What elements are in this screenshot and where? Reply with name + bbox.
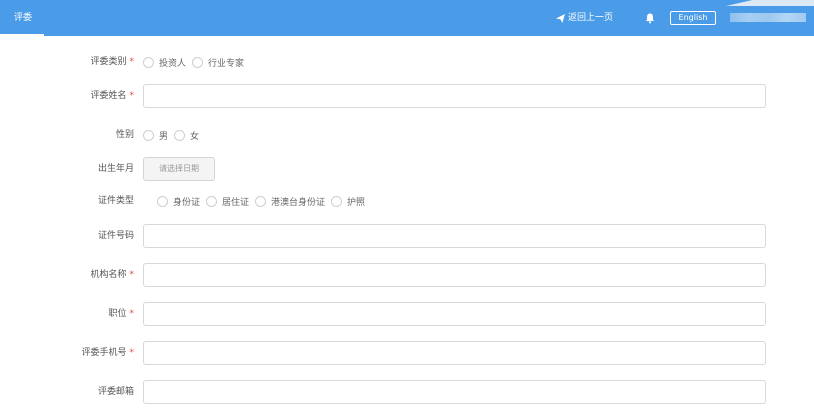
- radio-circle[interactable]: [143, 56, 154, 68]
- top-bar: 评委 返回上一页 English: [0, 0, 814, 36]
- id-type-label: 证件类型: [97, 196, 134, 206]
- judge-name-label-wrap: 评委姓名 *: [0, 84, 134, 108]
- birth-label: 出生年月: [97, 164, 134, 174]
- id-type-label-wrap: 证件类型: [0, 189, 134, 213]
- judge-name-input[interactable]: [143, 84, 766, 108]
- judge-type-radio-group: 投资人 行业专家: [143, 50, 250, 74]
- email-row: 评委邮箱: [0, 380, 814, 404]
- phone-row: 评委手机号 *: [0, 341, 814, 365]
- required-mark: *: [129, 348, 135, 358]
- judge-name-label: 评委姓名: [90, 91, 127, 101]
- radio-label: 港澳台身份证: [271, 197, 326, 208]
- judge-name-row: 评委姓名 *: [0, 84, 814, 108]
- radio-investor[interactable]: 投资人: [143, 56, 186, 69]
- id-number-row: 证件号码: [0, 224, 814, 248]
- phone-label: 评委手机号: [81, 348, 127, 358]
- phone-label-wrap: 评委手机号 *: [0, 341, 134, 365]
- date-picker-button[interactable]: 请选择日期: [143, 157, 215, 181]
- radio-circle[interactable]: [255, 195, 267, 207]
- header-corner-decoration: [726, 0, 814, 6]
- radio-circle[interactable]: [143, 129, 154, 141]
- required-mark: *: [129, 270, 135, 280]
- required-mark: *: [129, 309, 135, 319]
- radio-circle[interactable]: [157, 195, 168, 207]
- language-button[interactable]: English: [670, 11, 716, 25]
- judge-type-row: 评委类别 * 投资人 行业专家: [0, 50, 814, 74]
- org-name-row: 机构名称 *: [0, 263, 814, 287]
- radio-label: 身份证: [173, 197, 201, 208]
- radio-female[interactable]: 女: [174, 129, 199, 142]
- back-link[interactable]: 返回上一页: [556, 0, 613, 36]
- user-info[interactable]: [730, 13, 806, 22]
- email-label: 评委邮箱: [97, 387, 134, 397]
- radio-label: 行业专家: [208, 58, 245, 69]
- required-mark: *: [129, 57, 135, 67]
- radio-label: 男: [159, 131, 169, 142]
- position-label: 职位: [108, 309, 127, 319]
- radio-residence-permit[interactable]: 居住证: [206, 195, 249, 208]
- id-number-label-wrap: 证件号码: [0, 224, 134, 248]
- gender-radio-group: 男 女: [143, 123, 205, 147]
- gender-label-wrap: 性别: [0, 123, 134, 147]
- radio-circle[interactable]: [192, 56, 204, 68]
- back-label: 返回上一页: [568, 13, 614, 23]
- id-number-label: 证件号码: [97, 231, 134, 241]
- radio-passport[interactable]: 护照: [331, 195, 365, 208]
- radio-circle[interactable]: [206, 195, 218, 207]
- birth-row: 出生年月 请选择日期: [0, 157, 814, 181]
- send-icon: [556, 13, 565, 23]
- email-input[interactable]: [143, 380, 766, 404]
- required-mark: *: [129, 91, 135, 101]
- radio-label: 投资人: [159, 58, 187, 69]
- position-row: 职位 *: [0, 302, 814, 326]
- radio-label: 护照: [347, 197, 366, 208]
- radio-circle[interactable]: [331, 195, 343, 207]
- tab-active-indicator: [0, 34, 44, 36]
- org-name-input[interactable]: [143, 263, 766, 287]
- org-name-label: 机构名称: [90, 270, 127, 280]
- tab-judges[interactable]: 评委: [0, 0, 46, 36]
- email-label-wrap: 评委邮箱: [0, 380, 134, 404]
- org-name-label-wrap: 机构名称 *: [0, 263, 134, 287]
- position-label-wrap: 职位 *: [0, 302, 134, 326]
- phone-input[interactable]: [143, 341, 766, 365]
- radio-industry-expert[interactable]: 行业专家: [192, 56, 244, 69]
- radio-id-card[interactable]: 身份证: [157, 195, 200, 208]
- judge-type-label-wrap: 评委类别 *: [0, 50, 134, 74]
- id-number-input[interactable]: [143, 224, 766, 248]
- radio-hk-macau-taiwan-id[interactable]: 港澳台身份证: [255, 195, 325, 208]
- gender-row: 性别 男 女: [0, 123, 814, 147]
- id-type-radio-group: 身份证 居住证 港澳台身份证 护照: [157, 189, 371, 213]
- position-input[interactable]: [143, 302, 766, 326]
- tab-label: 评委: [14, 13, 33, 23]
- radio-male[interactable]: 男: [143, 129, 168, 142]
- bell-icon[interactable]: [644, 12, 656, 24]
- radio-label: 女: [190, 131, 200, 142]
- radio-circle[interactable]: [174, 129, 186, 141]
- gender-label: 性别: [115, 130, 134, 140]
- radio-label: 居住证: [222, 197, 250, 208]
- id-type-row: 证件类型 身份证 居住证 港澳台身份证 护照: [0, 189, 814, 213]
- birth-label-wrap: 出生年月: [0, 157, 134, 181]
- judge-type-label: 评委类别: [90, 57, 127, 67]
